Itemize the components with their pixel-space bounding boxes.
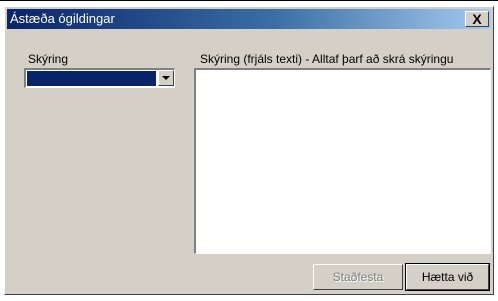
free-text-label: Skýring (frjáls texti) - Alltaf þarf að … [200, 52, 454, 66]
explanation-combobox-value [27, 71, 156, 86]
top-border-line [0, 0, 498, 1]
cancel-button[interactable]: Hætta við [405, 263, 490, 291]
confirm-button[interactable]: Staðfesta [313, 264, 403, 290]
explanation-combobox[interactable] [24, 68, 175, 88]
chevron-down-icon[interactable] [158, 70, 174, 86]
title-bar: Ástæða ógildingar X [7, 9, 491, 29]
explanation-label: Skýring [28, 52, 69, 66]
free-text-area[interactable] [194, 68, 491, 254]
close-button[interactable]: X [465, 11, 489, 27]
dialog-title: Ástæða ógildingar [10, 11, 115, 26]
close-icon: X [472, 11, 482, 27]
